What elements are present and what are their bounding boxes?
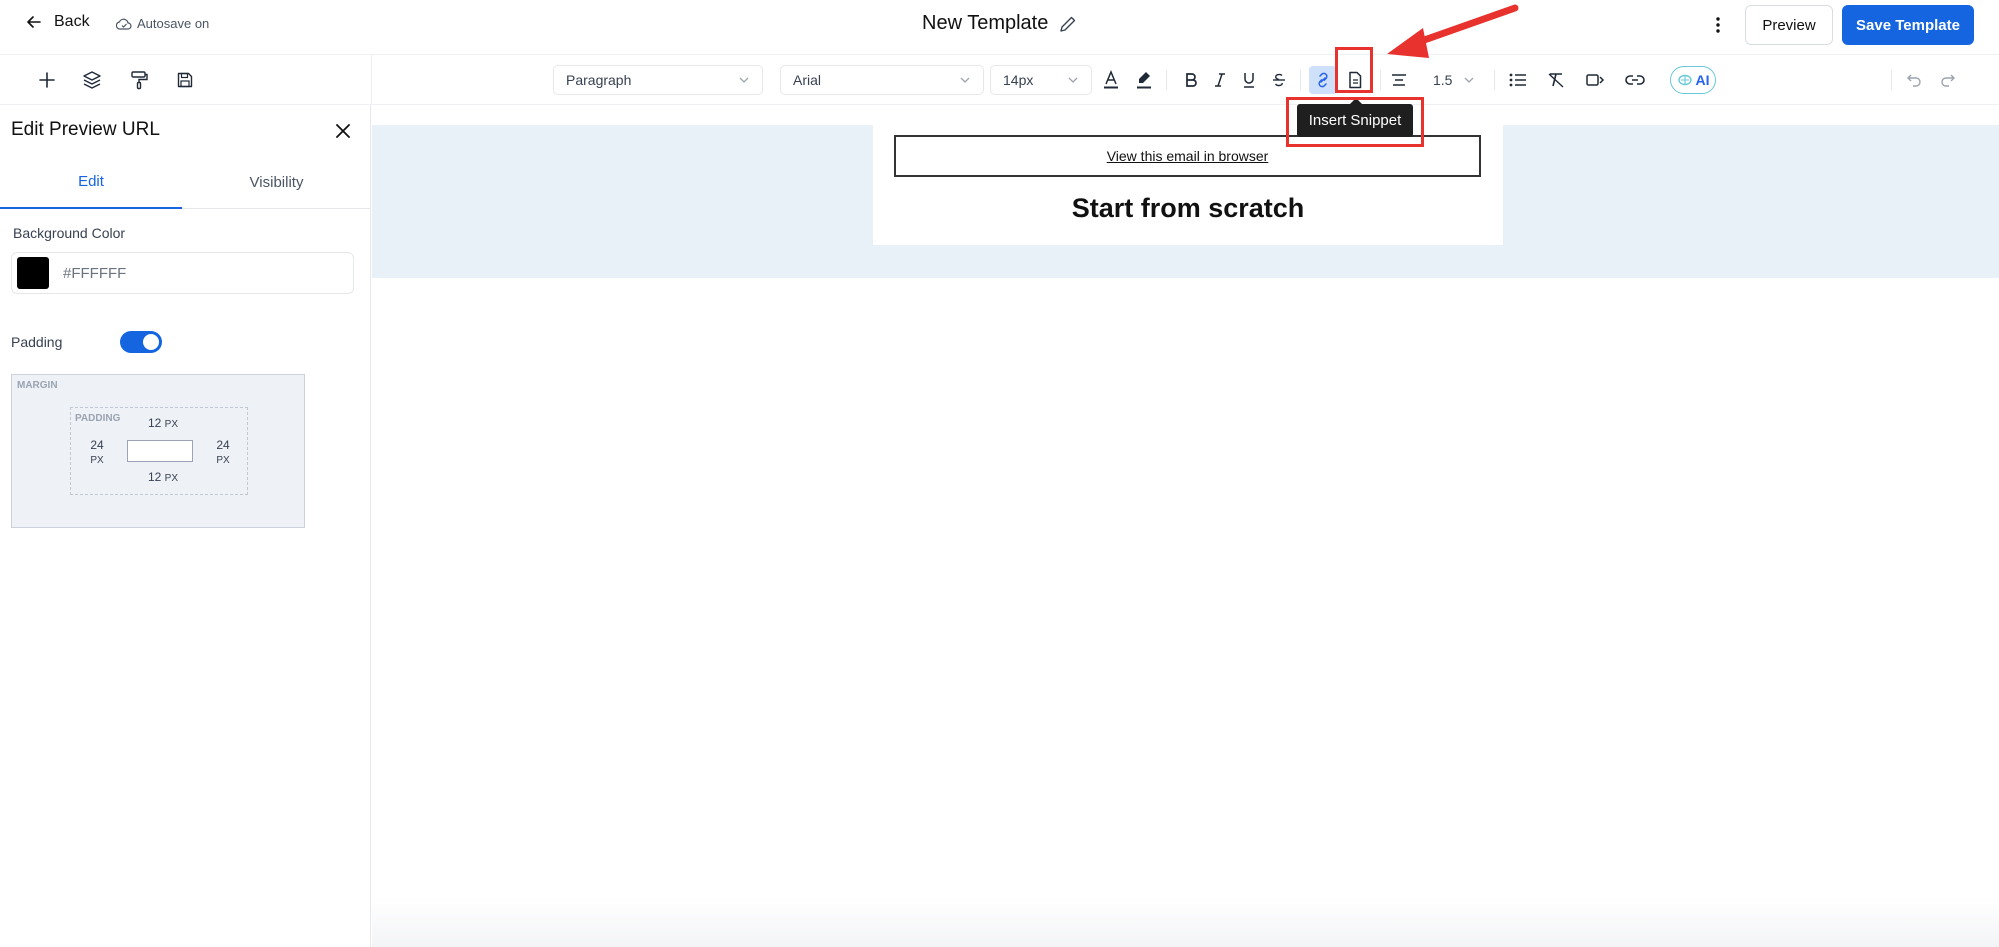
color-swatch[interactable] [17,257,49,289]
padding-box: PADDING 12 PX 24 PX 24 PX 12 PX [70,407,248,495]
padding-toggle[interactable] [120,331,162,353]
close-icon[interactable] [332,120,354,142]
add-icon[interactable] [34,67,60,93]
template-title[interactable]: New Template [922,12,1078,35]
background-color-label: Background Color [13,225,126,241]
tab-edit[interactable]: Edit [0,155,182,209]
font-size-value: 14px [1003,72,1034,88]
unlink-icon[interactable] [1622,67,1648,93]
save-template-button[interactable]: Save Template [1842,5,1974,45]
font-size-select[interactable]: 14px [990,65,1092,95]
more-options-icon[interactable] [1707,12,1729,38]
padding-bottom-value[interactable]: 12 PX [143,470,183,484]
clear-formatting-icon[interactable] [1543,67,1569,93]
font-family-select[interactable]: Arial [780,65,984,95]
pencil-icon[interactable] [1058,14,1078,34]
toolbar-divider [1380,70,1381,90]
padding-right-value[interactable]: 24 PX [211,438,235,466]
chevron-down-icon [1067,74,1079,86]
line-height-value: 1.5 [1433,72,1453,88]
text-color-icon[interactable] [1098,67,1124,93]
toolbar-divider [1891,70,1892,90]
back-button[interactable]: Back [26,13,90,31]
template-title-text: New Template [922,12,1049,34]
content-box [127,440,193,462]
toolbar-divider [1166,70,1167,90]
box-model-editor: MARGIN PADDING 12 PX 24 PX 24 PX 12 PX [11,374,305,528]
ai-assistant-button[interactable]: AI [1670,66,1716,94]
annotation-arrow-icon [1387,4,1519,58]
align-center-icon[interactable] [1386,67,1412,93]
link-button-active[interactable] [1309,66,1337,94]
chevron-down-icon [959,74,971,86]
padding-left-value[interactable]: 24 PX [85,438,109,466]
underline-icon[interactable] [1236,67,1262,93]
tab-visibility[interactable]: Visibility [182,155,371,209]
block-type-select[interactable]: Paragraph [553,65,763,95]
background-color-value[interactable]: #FFFFFF [63,265,126,282]
cloud-check-icon [116,17,132,31]
properties-panel: Edit Preview URL Edit Visibility Backgro… [0,105,371,947]
autosave-label: Autosave on [137,16,210,31]
toolbar-divider [371,55,372,105]
ai-label: AI [1695,72,1710,88]
paint-roller-icon[interactable] [126,67,152,93]
undo-icon[interactable] [1901,67,1927,93]
top-bar: Back Autosave on New Template Preview Sa… [0,0,1999,55]
bullet-list-icon[interactable] [1505,67,1531,93]
canvas-fade [372,897,1999,947]
panel-title: Edit Preview URL [11,119,160,140]
email-canvas: View this email in browser Start from sc… [372,105,1999,947]
arrow-left-icon [26,14,42,30]
bold-icon[interactable] [1178,67,1204,93]
annotation-tooltip-box [1286,97,1424,147]
margin-label: MARGIN [17,380,58,391]
padding-label: Padding [11,334,63,350]
redo-icon[interactable] [1935,67,1961,93]
block-type-value: Paragraph [566,72,632,88]
save-icon[interactable] [172,67,198,93]
chevron-down-icon [738,74,750,86]
editor-toolbar: Paragraph Arial 14px 1.5 AI [0,55,1999,105]
layers-icon[interactable] [79,67,105,93]
toolbar-divider [1300,70,1301,90]
padding-box-label: PADDING [75,413,121,424]
autosave-status: Autosave on [116,16,209,31]
annotation-highlight-box [1335,47,1373,93]
toolbar-divider [1494,70,1495,90]
highlight-icon[interactable] [1131,67,1157,93]
toggle-knob [143,334,159,350]
sparkle-brain-icon [1677,73,1693,87]
strikethrough-icon[interactable] [1266,67,1292,93]
back-label: Back [54,13,90,30]
italic-icon[interactable] [1207,67,1233,93]
merge-tag-icon[interactable] [1582,67,1608,93]
padding-top-value[interactable]: 12 PX [143,416,183,430]
panel-tabs: Edit Visibility [0,155,371,209]
font-family-value: Arial [793,72,822,88]
chevron-down-icon [1463,74,1475,86]
email-heading[interactable]: Start from scratch [873,193,1503,224]
preview-button[interactable]: Preview [1745,5,1833,45]
background-color-field[interactable]: #FFFFFF [11,252,354,294]
